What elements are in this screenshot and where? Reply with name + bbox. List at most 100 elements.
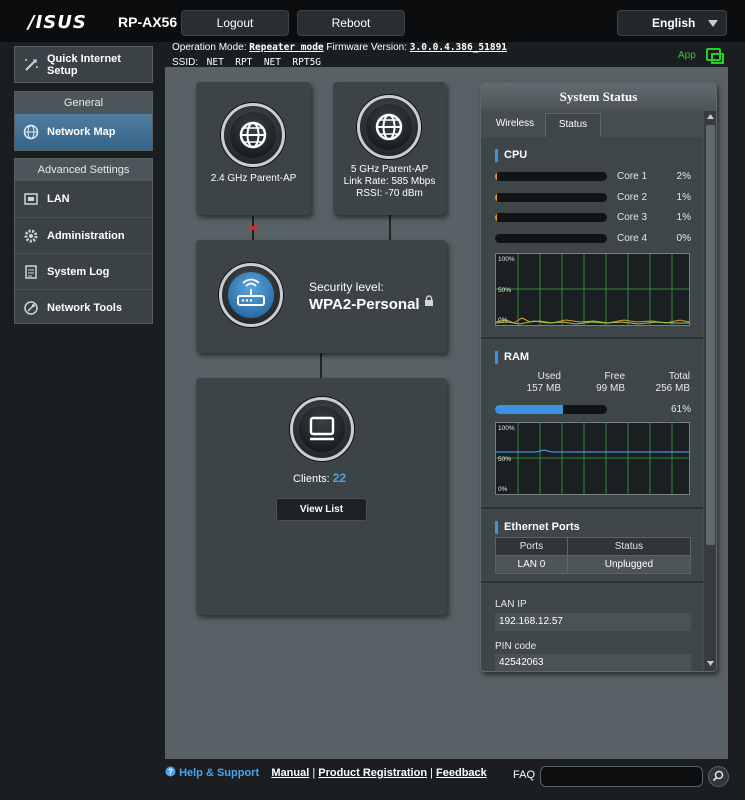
asus-logo: /ISUS <box>28 12 87 33</box>
sidebar-item-network-tools[interactable]: Network Tools <box>15 289 152 325</box>
cpu-graph-label: 100% <box>498 256 515 263</box>
scroll-down-icon[interactable] <box>707 661 714 667</box>
footer: ? Help & Support Manual | Product Regist… <box>165 766 487 779</box>
tab-status[interactable]: Status <box>545 113 601 137</box>
link-rate: Link Rate: 585 Mbps <box>343 176 436 187</box>
model-name: RP-AX56 <box>118 14 178 30</box>
lan-ip-value: 192.168.12.57 <box>495 613 691 631</box>
separator: | <box>430 767 433 779</box>
tab-wireless[interactable]: Wireless <box>487 113 543 137</box>
security-level-value: WPA2-Personal <box>309 296 420 313</box>
cpu-core-bar <box>495 234 607 243</box>
scroll-thumb[interactable] <box>706 125 715 545</box>
cpu-core-bar <box>495 213 607 222</box>
op-mode-label: Operation Mode: <box>172 42 247 53</box>
firmware-link[interactable]: 3.0.0.4.386_51891 <box>410 42 507 53</box>
cpu-core-label: Core 4 <box>617 233 648 244</box>
feedback-link[interactable]: Feedback <box>436 767 487 779</box>
sidebar-item-lan[interactable]: LAN <box>15 181 152 217</box>
language-select[interactable]: English <box>617 10 727 36</box>
ram-bar <box>495 405 607 414</box>
cpu-heading: CPU <box>495 149 527 162</box>
ethernet-port: LAN 0 <box>495 555 568 574</box>
faq-search-button[interactable] <box>708 766 729 787</box>
connector-line <box>389 215 391 241</box>
ram-free-label: Free <box>604 371 625 382</box>
lan-port-icon <box>24 193 38 205</box>
ram-pct: 61% <box>670 404 691 415</box>
gear-icon <box>24 229 38 243</box>
op-mode-link[interactable]: Repeater mode <box>249 42 323 53</box>
system-status-panel: System Status Wireless Status CPU Core 1… <box>480 82 717 672</box>
scroll-up-icon[interactable] <box>707 114 714 120</box>
router-button[interactable] <box>219 263 283 327</box>
rssi: RSSI: -70 dBm <box>356 188 423 199</box>
divider <box>481 507 703 509</box>
app-icon[interactable] <box>706 48 724 64</box>
clients-button[interactable] <box>290 397 354 461</box>
help-support-link[interactable]: Help & Support <box>179 767 259 779</box>
router-card: Security level: WPA2-Personal <box>196 240 447 353</box>
parent-ap-5-label: 5 GHz Parent-AP <box>350 164 429 175</box>
network-map-label: Network Map <box>47 126 116 138</box>
clients-card: Clients: 22 <box>196 378 447 615</box>
table-row: LAN 0 Unplugged <box>495 555 692 574</box>
chevron-down-icon <box>708 20 718 27</box>
sidebar-item-label: LAN <box>47 193 70 205</box>
wand-icon <box>25 59 38 71</box>
log-icon <box>25 265 37 279</box>
ethernet-heading: Ethernet Ports <box>495 521 580 534</box>
ethernet-header: Ports <box>495 537 568 556</box>
quick-internet-setup[interactable]: Quick Internet Setup <box>15 47 152 82</box>
ram-graph-label: 0% <box>498 486 508 493</box>
ram-graph: 100% 50% 0% <box>495 422 690 495</box>
view-list-button[interactable]: View List <box>276 498 367 521</box>
pin-code-value: 42542063 <box>495 654 691 671</box>
cpu-core-pct: 1% <box>676 212 691 223</box>
divider <box>481 337 703 339</box>
cpu-core-label: Core 3 <box>617 212 648 223</box>
ram-graph-label: 50% <box>498 456 512 463</box>
device-info: Operation Mode: Repeater mode Firmware V… <box>172 40 507 70</box>
status-body: CPU Core 1 2% Core 2 1% Core 3 1% Core 4… <box>481 137 703 671</box>
app-link[interactable]: App <box>678 50 696 61</box>
globe-button[interactable] <box>221 103 285 167</box>
ram-used-value: 157 MB <box>526 383 561 394</box>
router-icon <box>237 278 265 306</box>
system-status-title: System Status <box>481 83 716 111</box>
globe-icon <box>375 113 403 141</box>
parent-ap-5-card[interactable]: 5 GHz Parent-AP Link Rate: 585 Mbps RSSI… <box>333 82 446 215</box>
ram-total-value: 256 MB <box>655 383 690 394</box>
cpu-graph-label: 50% <box>498 287 512 294</box>
globe-icon <box>239 121 267 149</box>
connector-line <box>320 353 322 378</box>
quick-setup-box: Quick Internet Setup <box>14 46 153 83</box>
search-icon <box>712 770 724 782</box>
product-registration-link[interactable]: Product Registration <box>318 767 427 779</box>
parent-ap-24-label: 2.4 GHz Parent-AP <box>210 173 297 184</box>
parent-ap-24-card[interactable]: 2.4 GHz Parent-AP <box>196 82 311 215</box>
ethernet-status: Unplugged <box>566 555 692 574</box>
clients-label: Clients: <box>293 473 330 485</box>
manual-link[interactable]: Manual <box>271 767 309 779</box>
ram-graph-label: 100% <box>498 425 515 432</box>
sidebar-item-administration[interactable]: Administration <box>15 217 152 253</box>
pin-code-label: PIN code <box>495 641 537 652</box>
cpu-core-bar <box>495 193 607 202</box>
ram-total-label: Total <box>668 371 690 382</box>
tools-icon <box>24 301 38 315</box>
logout-button[interactable]: Logout <box>181 10 289 36</box>
lock-icon <box>425 295 433 306</box>
ram-used-label: Used <box>537 371 561 382</box>
divider <box>481 581 703 583</box>
status-scrollbar[interactable] <box>704 111 716 671</box>
sidebar-item-system-log[interactable]: System Log <box>15 253 152 289</box>
cpu-graph: 100% 50% 0% <box>495 253 690 326</box>
reboot-button[interactable]: Reboot <box>297 10 405 36</box>
globe-button[interactable] <box>357 95 421 159</box>
cpu-core-label: Core 1 <box>617 171 648 182</box>
faq-search-input[interactable] <box>540 766 703 787</box>
cpu-core-pct: 2% <box>676 171 691 182</box>
ethernet-header: Status <box>566 537 692 556</box>
sidebar-item-network-map[interactable]: Network Map <box>15 114 152 150</box>
